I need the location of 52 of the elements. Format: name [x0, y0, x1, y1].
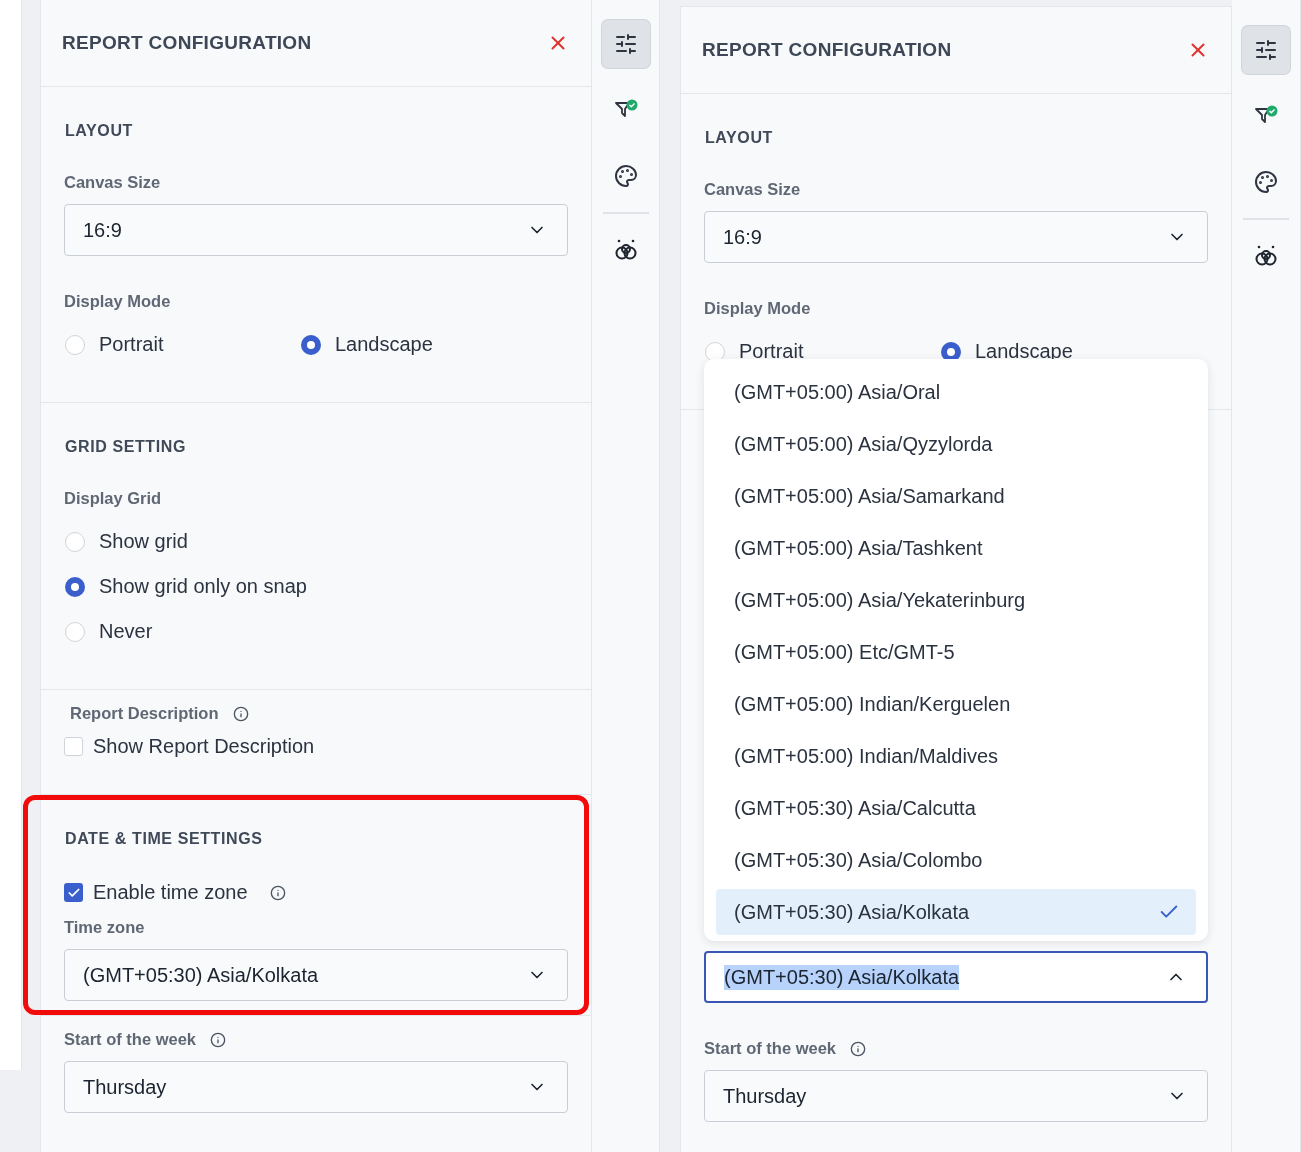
- checkbox[interactable]: [64, 737, 83, 756]
- select-field[interactable]: 16:9: [64, 204, 568, 256]
- sliders-icon: [613, 32, 638, 56]
- radio-label: Portrait: [99, 333, 164, 356]
- checkbox-label: Enable time zone: [93, 881, 248, 904]
- select-field[interactable]: (GMT+05:30) Asia/Kolkata: [704, 951, 1208, 1003]
- dropdown-option[interactable]: (GMT+05:00) Asia/Yekaterinburg: [716, 577, 1196, 623]
- radio-label: Show grid only on snap: [99, 575, 307, 598]
- section-title: LAYOUT: [65, 122, 133, 140]
- section-title: GRID SETTING: [65, 438, 186, 456]
- sidebar-tab[interactable]: [601, 20, 650, 68]
- field-label: Display Mode: [704, 299, 811, 318]
- dropdown-option[interactable]: (GMT+05:30) Asia/Kolkata: [716, 889, 1196, 935]
- field-label: Canvas Size: [64, 173, 161, 192]
- section-title: DATE & TIME SETTINGS: [65, 830, 263, 848]
- checkbox[interactable]: [64, 883, 83, 902]
- dropdown-option[interactable]: (GMT+05:00) Asia/Oral: [716, 369, 1196, 415]
- sliders-icon: [1254, 38, 1278, 62]
- palette-icon: [613, 164, 638, 188]
- radio-button[interactable]: [941, 341, 961, 362]
- radio-label: Never: [99, 620, 153, 643]
- radio-label: Landscape: [335, 333, 433, 356]
- radio-label: Show grid: [99, 530, 188, 553]
- field-label: Start of the week: [704, 1039, 837, 1058]
- field-label: Display Mode: [64, 292, 171, 311]
- dropdown-option[interactable]: (GMT+05:00) Indian/Kerguelen: [716, 681, 1196, 727]
- checkbox-label: Show Report Description: [93, 735, 315, 758]
- dropdown-option[interactable]: (GMT+05:00) Asia/Qyzylorda: [716, 421, 1196, 467]
- radio-label: Landscape: [975, 340, 1073, 363]
- select-field[interactable]: 16:9: [704, 211, 1208, 263]
- field-label: Time zone: [64, 918, 145, 937]
- field-label: Start of the week: [64, 1030, 197, 1049]
- radio-button[interactable]: [301, 334, 321, 355]
- dropdown-option[interactable]: (GMT+05:00) Asia/Samarkand: [716, 473, 1196, 519]
- sidebar-tab[interactable]: [1242, 26, 1290, 74]
- dropdown-option[interactable]: (GMT+05:00) Indian/Maldives: [716, 733, 1196, 779]
- radio-button[interactable]: [65, 576, 85, 597]
- select-field[interactable]: Thursday: [64, 1061, 568, 1113]
- field-label: Display Grid: [64, 489, 162, 508]
- select-field[interactable]: Thursday: [704, 1070, 1208, 1122]
- select-field[interactable]: (GMT+05:30) Asia/Kolkata: [64, 949, 568, 1001]
- dropdown-option[interactable]: (GMT+05:30) Asia/Calcutta: [716, 785, 1196, 831]
- section-title: LAYOUT: [705, 129, 773, 147]
- panel-title: REPORT CONFIGURATION: [62, 32, 312, 54]
- palette-icon: [1254, 170, 1278, 194]
- radio-label: Portrait: [739, 340, 804, 363]
- dropdown-option[interactable]: (GMT+05:00) Asia/Tashkent: [716, 525, 1196, 571]
- panel-title: REPORT CONFIGURATION: [702, 39, 952, 61]
- dropdown-option[interactable]: (GMT+05:00) Etc/GMT-5: [716, 629, 1196, 675]
- field-label: Report Description: [70, 704, 219, 723]
- dropdown-option[interactable]: (GMT+05:30) Asia/Colombo: [716, 837, 1196, 883]
- field-label: Canvas Size: [704, 180, 801, 199]
